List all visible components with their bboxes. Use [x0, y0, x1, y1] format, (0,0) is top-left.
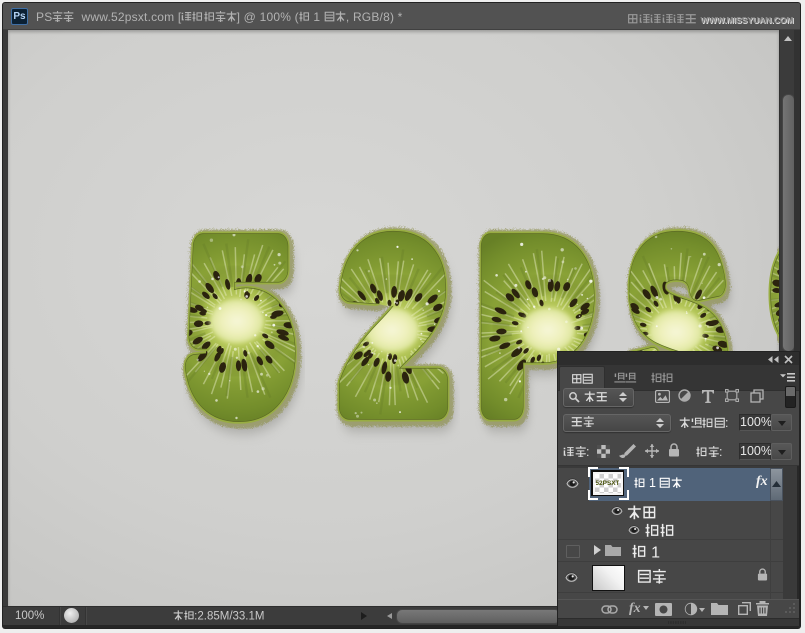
svg-text:52PSXT: 52PSXT: [596, 480, 619, 486]
